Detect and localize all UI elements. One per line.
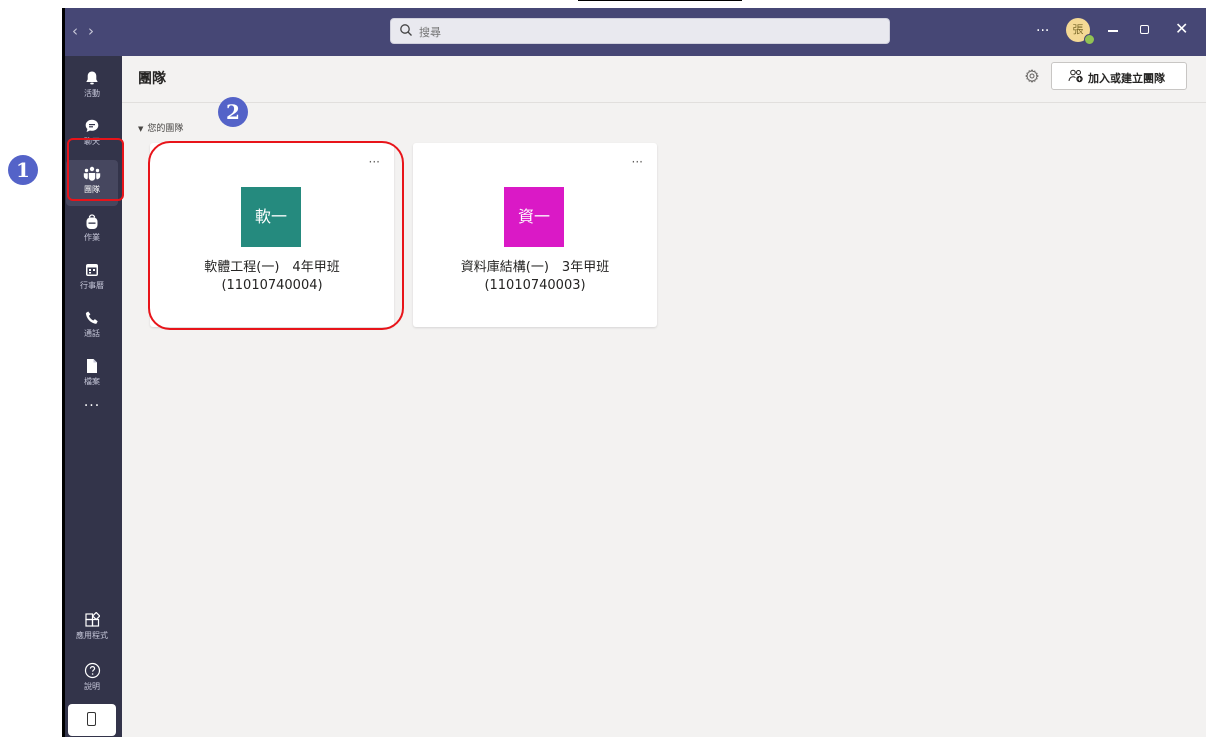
help-icon [84, 662, 100, 679]
caret-down-icon: ▼ [138, 125, 144, 133]
backpack-icon [86, 214, 98, 229]
team-name-line: 資料庫結構(一) 3年甲班 [460, 260, 610, 275]
team-avatar-tile: 資一 [504, 187, 564, 247]
rail-label: 應用程式 [76, 631, 108, 640]
nav-arrows: ‹› [72, 22, 104, 40]
teams-highlight-outline [67, 138, 124, 201]
more-options-icon[interactable]: ··· [1036, 23, 1049, 39]
rail-item-calls[interactable]: 通話 [66, 304, 118, 350]
join-button-label: 加入或建立團隊 [1088, 73, 1165, 85]
mobile-phone-icon [87, 712, 96, 726]
rail-label: 行事曆 [80, 281, 104, 290]
step-badge-2: 2 [218, 97, 248, 127]
calendar-icon [86, 264, 98, 276]
rail-item-apps[interactable]: 應用程式 [66, 606, 118, 652]
avatar-initial: 張 [1072, 23, 1084, 36]
apps-icon [85, 612, 100, 627]
search-box[interactable] [390, 18, 890, 44]
chat-icon [85, 119, 99, 132]
maximize-icon[interactable] [1140, 25, 1149, 34]
rail-item-files[interactable]: 檔案 [66, 352, 118, 398]
rail-item-activity[interactable]: 活動 [66, 64, 118, 110]
team-card-highlight-outline [148, 141, 404, 330]
team-card[interactable]: ··· 資一 資料庫結構(一) 3年甲班 (11010740003) [413, 143, 657, 327]
title-bar: ‹› ··· 張 ✕ [62, 8, 1206, 56]
your-teams-header[interactable]: ▼ 您的團隊 [138, 121, 183, 134]
bell-icon [86, 71, 98, 85]
search-icon [400, 24, 412, 36]
rail-item-help[interactable]: 說明 [66, 656, 118, 702]
page-header: 團隊 加入或建立團隊 [122, 56, 1206, 103]
window-top-edge [578, 0, 742, 1]
gear-icon[interactable] [1025, 69, 1039, 83]
page-title: 團隊 [138, 71, 166, 87]
search-input[interactable] [417, 22, 881, 42]
rail-label: 通話 [84, 329, 100, 338]
more-options-icon[interactable]: ··· [632, 155, 643, 169]
more-apps-icon[interactable]: ··· [62, 398, 122, 414]
section-label: 您的團隊 [147, 124, 184, 134]
rail-label: 活動 [84, 89, 100, 98]
close-icon[interactable]: ✕ [1175, 19, 1188, 38]
forward-icon[interactable]: › [88, 22, 104, 40]
rail-item-assignments[interactable]: 作業 [66, 208, 118, 254]
download-mobile-button[interactable] [68, 704, 116, 736]
add-people-icon [1068, 69, 1083, 83]
join-or-create-team-button[interactable]: 加入或建立團隊 [1051, 62, 1187, 90]
rail-label: 說明 [84, 682, 100, 691]
rail-label: 作業 [84, 233, 100, 242]
presence-available-icon [1084, 34, 1095, 45]
phone-icon [85, 311, 98, 324]
team-name: 資料庫結構(一) 3年甲班 (11010740003) [413, 259, 657, 295]
avatar[interactable]: 張 [1066, 18, 1095, 45]
window-left-edge [62, 8, 65, 737]
file-icon [87, 359, 97, 373]
step-badge-1: 1 [8, 155, 38, 185]
rail-label: 檔案 [84, 377, 100, 386]
back-icon[interactable]: ‹ [72, 22, 88, 40]
rail-item-calendar[interactable]: 行事曆 [66, 256, 118, 302]
team-code: (11010740003) [484, 278, 586, 293]
minimize-icon[interactable] [1108, 30, 1118, 32]
